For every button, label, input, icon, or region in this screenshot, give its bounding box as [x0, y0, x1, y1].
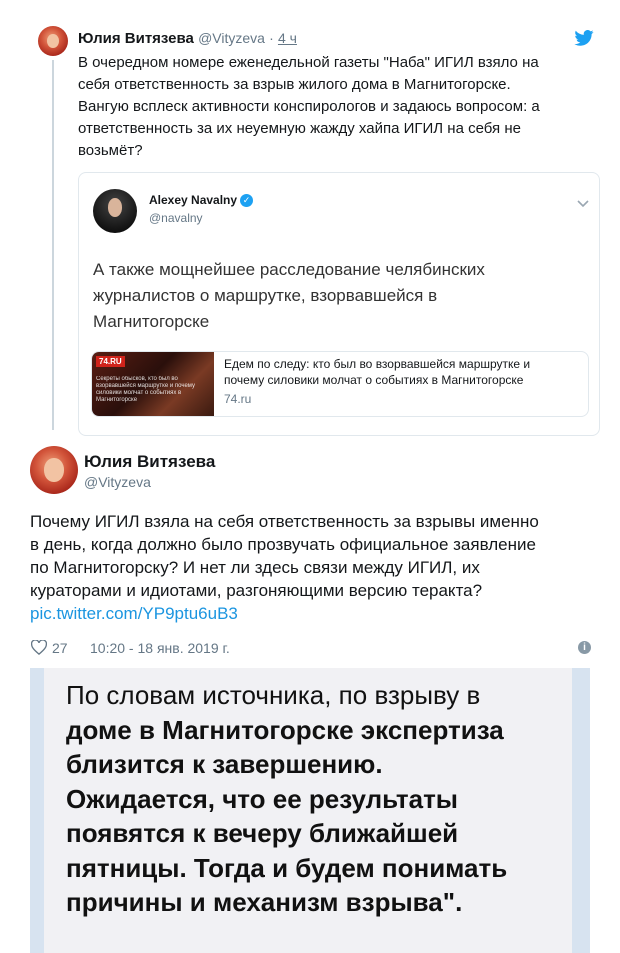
image-line: причины и механизм взрыва".: [66, 887, 463, 917]
thread-line: [52, 60, 54, 430]
main-author-name[interactable]: Юлия Витязева: [84, 452, 215, 472]
avatar-face: [107, 197, 123, 218]
text-line: В очередном номере еженедельной газеты "…: [78, 54, 539, 71]
quoted-author-handle[interactable]: @navalny: [149, 211, 203, 225]
avatar-vityzeva-top[interactable]: [38, 26, 68, 56]
tweet-top-header: Юлия Витязева @Vityzeva · 4 ч: [78, 30, 297, 47]
separator: ·: [269, 30, 274, 46]
main-author-handle[interactable]: @Vityzeva: [84, 474, 151, 490]
text-line: возьмёт?: [78, 142, 143, 159]
verified-badge-icon: ✓: [240, 194, 254, 208]
image-line: доме в Магнитогорске экспертиза: [66, 714, 504, 745]
image-line: близится к завершению.: [66, 749, 383, 779]
author-handle[interactable]: @Vityzeva: [198, 30, 265, 46]
text-line: ответственность за их неуемную жажду хай…: [78, 120, 521, 137]
avatar-vityzeva-main[interactable]: [30, 446, 78, 494]
image-text: По словам источника, по взрыву в доме в …: [66, 678, 507, 920]
text-line: по Магнитогорску? И нет ли здесь связи м…: [30, 558, 480, 577]
text-line: журналистов о маршрутке, взорвавшейся в: [93, 286, 438, 305]
avatar-navalny[interactable]: [93, 189, 137, 233]
info-glyph: i: [583, 642, 586, 653]
pic-link[interactable]: pic.twitter.com/YP9ptu6uB3: [30, 602, 600, 625]
image-border-left: [30, 668, 44, 953]
quoted-author: Alexey Navalny ✓: [149, 193, 254, 208]
chevron-down-icon[interactable]: [577, 195, 589, 213]
text-line: Магнитогорске: [93, 312, 210, 331]
text-line: А также мощнейшее расследование челябинс…: [93, 260, 485, 279]
quoted-tweet-text: А также мощнейшее расследование челябинс…: [93, 257, 593, 335]
text-line: себя ответственность за взрыв жилого дом…: [78, 76, 511, 93]
text-line: кураторами и идиотами, разгоняющими верс…: [30, 581, 483, 600]
image-line: Ожидается, что ее результаты: [66, 783, 459, 814]
text-line: Вангую всплеск активности конспирологов …: [78, 98, 540, 115]
thumbnail-text: Секреты обысков, кто был во взорвавшейся…: [96, 376, 195, 403]
title-line: Едем по следу: кто был во взорвавшейся м…: [224, 357, 531, 371]
author-name[interactable]: Юлия Витязева: [78, 30, 194, 47]
text-line: в день, когда должно было прозвучать офи…: [30, 535, 536, 554]
text-line: Почему ИГИЛ взяла на себя ответственност…: [30, 512, 539, 531]
attached-image[interactable]: По словам источника, по взрыву в доме в …: [44, 668, 572, 953]
image-line: появятся к вечеру ближайшей: [66, 818, 459, 848]
twitter-bird-icon[interactable]: [574, 30, 594, 46]
thumbnail-badge: 74.RU: [96, 356, 125, 367]
avatar-face: [47, 33, 59, 49]
image-border-right: [572, 668, 590, 953]
heart-icon[interactable]: [30, 639, 48, 660]
image-line: пятницы. Тогда и будем понимать: [66, 852, 508, 883]
info-icon[interactable]: i: [578, 641, 591, 654]
quoted-author-name[interactable]: Alexey Navalny: [149, 193, 237, 207]
avatar-face: [44, 458, 64, 482]
quoted-link-card[interactable]: 74.RU Секреты обысков, кто был во взорва…: [91, 351, 589, 417]
image-line: По словам источника, по взрыву в: [66, 680, 481, 710]
link-card-thumbnail: 74.RU Секреты обысков, кто был во взорва…: [92, 352, 214, 416]
link-card-domain: 74.ru: [224, 392, 252, 406]
tweet-timestamp[interactable]: 10:20 - 18 янв. 2019 г.: [90, 640, 230, 656]
main-tweet-text: Почему ИГИЛ взяла на себя ответственност…: [30, 510, 600, 625]
tweet-time[interactable]: 4 ч: [278, 30, 297, 46]
like-count: 27: [52, 640, 68, 656]
tweet-top-text: В очередном номере еженедельной газеты "…: [78, 52, 598, 162]
title-line: почему силовики молчат о событиях в Магн…: [224, 373, 524, 387]
link-card-title: Едем по следу: кто был во взорвавшейся м…: [224, 356, 530, 388]
quoted-tweet-card[interactable]: Alexey Navalny ✓ @navalny А также мощнейш…: [78, 172, 600, 436]
